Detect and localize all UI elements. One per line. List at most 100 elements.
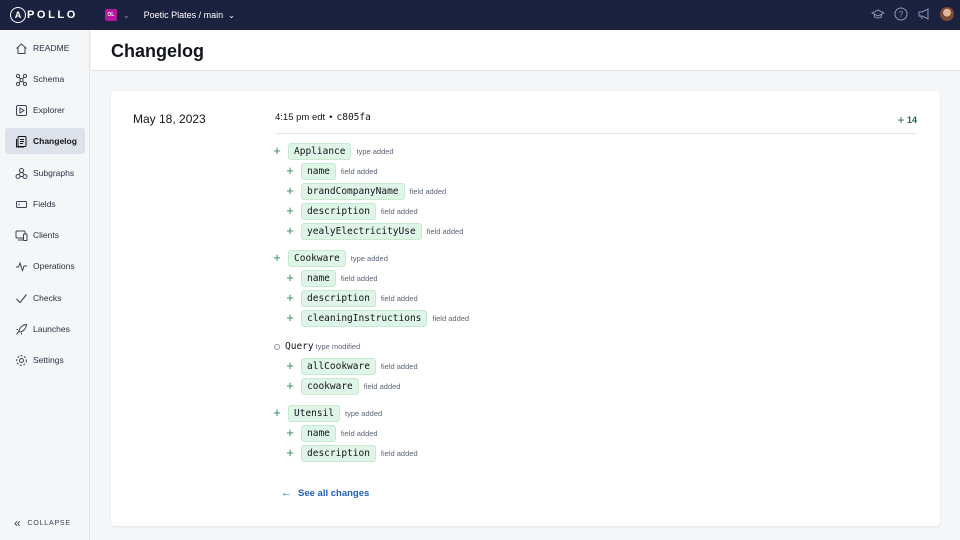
change-desc: type added <box>345 408 383 418</box>
field-tag[interactable]: allCookware <box>301 357 376 375</box>
clients-icon <box>14 228 28 242</box>
see-all-label: See all changes <box>298 487 370 499</box>
separator-dot: • <box>329 112 333 123</box>
apollo-logo[interactable]: A POLLO <box>10 7 78 23</box>
sidebar-item-label: Fields <box>33 199 56 209</box>
sidebar-item-checks[interactable]: Checks <box>5 285 85 311</box>
plus-icon: + <box>286 163 294 178</box>
sidebar-item-subgraphs[interactable]: Subgraphs <box>5 160 85 186</box>
change-desc: field added <box>340 166 378 176</box>
sidebar-item-label: Subgraphs <box>33 168 75 178</box>
sidebar-item-settings[interactable]: Settings <box>5 347 85 373</box>
sidebar-item-explorer[interactable]: Explorer <box>5 97 85 123</box>
plus-icon: + <box>273 250 281 265</box>
changelog-date: May 18, 2023 <box>133 112 206 126</box>
house-icon <box>14 41 28 55</box>
change-desc: field added <box>340 428 378 438</box>
commit-hash: c805fa <box>336 112 371 123</box>
sidebar-item-operations[interactable]: Operations <box>5 253 85 279</box>
page-header: Changelog <box>91 30 960 71</box>
change-desc: type modified <box>315 341 361 351</box>
svg-text:?: ? <box>899 10 904 19</box>
field-tag[interactable]: brandCompanyName <box>301 182 405 200</box>
collapse-button[interactable]: « COLLAPSE <box>14 516 71 530</box>
change-item: + description field added <box>285 289 418 307</box>
change-item: + Utensil type added <box>272 404 383 422</box>
play-icon <box>14 103 28 117</box>
sidebar-item-launches[interactable]: Launches <box>5 316 85 342</box>
field-tag[interactable]: name <box>301 424 336 442</box>
plus-icon: + <box>273 143 281 158</box>
change-desc: field added <box>432 313 470 323</box>
field-tag[interactable]: description <box>301 444 376 462</box>
field-tag[interactable]: yealyElectricityUse <box>301 222 422 240</box>
org-switcher[interactable]: OL ⌄ <box>104 9 130 21</box>
plus-icon: + <box>897 113 905 127</box>
sidebar-item-label: Checks <box>33 293 62 303</box>
sidebar-item-fields[interactable]: Fields <box>5 191 85 217</box>
field-tag[interactable]: name <box>301 269 336 287</box>
sidebar-item-changelog[interactable]: Changelog <box>5 128 85 154</box>
megaphone-icon[interactable] <box>917 7 931 21</box>
chevron-down-icon: ⌄ <box>228 10 235 20</box>
change-item: + Cookware type added <box>272 249 388 267</box>
sidebar-item-label: Clients <box>33 230 59 240</box>
fields-icon <box>14 197 28 211</box>
plus-icon: + <box>286 183 294 198</box>
type-tag[interactable]: Appliance <box>288 142 352 160</box>
graduation-cap-icon[interactable] <box>871 7 885 21</box>
field-tag[interactable]: cookware <box>301 377 359 395</box>
change-desc: field added <box>363 381 401 391</box>
plus-icon: + <box>273 405 281 420</box>
change-item: + cookware field added <box>285 377 401 395</box>
gear-icon <box>14 353 28 367</box>
sidebar-item-schema[interactable]: Schema <box>5 66 85 92</box>
see-all-changes-link[interactable]: ← See all changes <box>281 487 369 499</box>
type-tag[interactable]: Cookware <box>288 249 346 267</box>
check-icon <box>14 291 28 305</box>
logo-initial: A <box>10 7 26 23</box>
help-icon[interactable]: ? <box>894 7 908 21</box>
type-tag[interactable]: Query <box>285 339 314 354</box>
change-desc: field added <box>380 206 418 216</box>
sidebar-item-label: Operations <box>33 261 75 271</box>
sidebar-item-label: Settings <box>33 355 64 365</box>
graph-switcher[interactable]: Poetic Plates / main ⌄ <box>144 10 235 20</box>
change-item: + name field added <box>285 162 378 180</box>
change-item: + description field added <box>285 202 418 220</box>
change-item: + yealyElectricityUse field added <box>285 222 464 240</box>
subgraphs-icon <box>14 166 28 180</box>
sidebar-item-label: Explorer <box>33 105 65 115</box>
field-tag[interactable]: description <box>301 289 376 307</box>
sidebar-item-label: Launches <box>33 324 70 334</box>
change-item: + name field added <box>285 424 378 442</box>
type-tag[interactable]: Utensil <box>288 404 341 422</box>
plus-icon: + <box>286 223 294 238</box>
change-item: + brandCompanyName field added <box>285 182 447 200</box>
change-desc: field added <box>380 448 418 458</box>
change-desc: type added <box>356 146 394 156</box>
change-item: + allCookware field added <box>285 357 418 375</box>
change-item: + cleaningInstructions field added <box>285 309 470 327</box>
change-item: + Appliance type added <box>272 142 394 160</box>
change-count-value: 14 <box>906 115 917 125</box>
sidebar-item-label: Schema <box>33 74 65 84</box>
change-desc: field added <box>409 186 447 196</box>
field-tag[interactable]: cleaningInstructions <box>301 309 428 327</box>
user-avatar[interactable] <box>940 7 954 21</box>
logo-text: POLLO <box>27 9 78 21</box>
change-desc: field added <box>426 226 464 236</box>
sidebar-item-label: Changelog <box>33 136 77 146</box>
field-tag[interactable]: name <box>301 162 336 180</box>
plus-icon: + <box>286 425 294 440</box>
change-desc: field added <box>380 293 418 303</box>
schema-icon <box>14 72 28 86</box>
double-chevron-left-icon: « <box>14 516 22 530</box>
sidebar-item-readme[interactable]: README <box>5 35 85 61</box>
field-tag[interactable]: description <box>301 202 376 220</box>
arrow-left-icon: ← <box>281 487 292 499</box>
change-desc: field added <box>380 361 418 371</box>
sidebar-item-label: README <box>33 43 70 53</box>
plus-icon: + <box>286 378 294 393</box>
sidebar-item-clients[interactable]: Clients <box>5 222 85 248</box>
